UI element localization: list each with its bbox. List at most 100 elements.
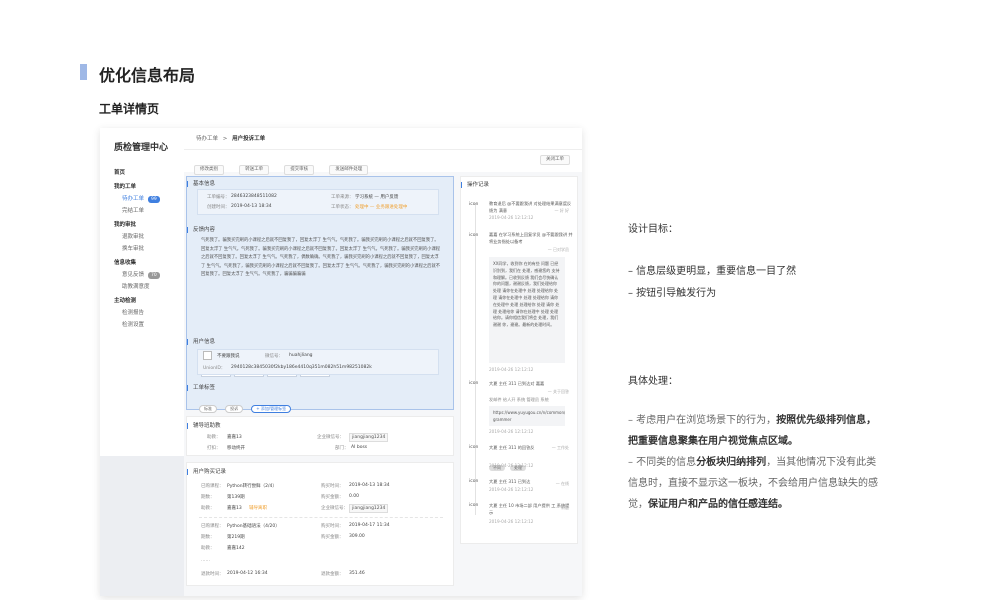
sidebar-item-label: 助教满意度 (122, 284, 150, 290)
assistant-panel: 辅导班助教 助教： 嘉嘉13 企业微信号： jiangjiang1234 打扣：… (186, 416, 454, 456)
event-4-time: 2019-04-26 12:12:12 (489, 463, 534, 468)
sidebar-item-12[interactable]: 检测设置 (114, 319, 184, 331)
r1-amount-label: 购买金额： (321, 495, 344, 500)
order-no-label: 工单编号： (207, 195, 230, 200)
submit-review-button[interactable]: 提交审核 (284, 165, 315, 175)
sidebar-item-6[interactable]: 换车审批 (114, 243, 184, 255)
sidebar-item-label: 我的工单 (114, 184, 137, 190)
user-nickname: 不要跟我说 (217, 354, 240, 359)
sidebar-item-9[interactable]: 助教满意度 (114, 281, 184, 293)
sidebar-item-label: 我的审批 (114, 222, 137, 228)
r1-course-label: 已购课程： (201, 484, 224, 489)
created-label: 创建时间： (207, 205, 230, 210)
r1-time-value: 2019-04-13 18:34 (349, 483, 390, 488)
purchase-panel: 用户购买记录 已购课程： Python转行尝鲜（2/4） 购买时间： 2019-… (186, 462, 454, 586)
status-label: 工单状态： (331, 205, 354, 210)
brand-title: 质检管理中心 (114, 143, 169, 153)
r2-amount-value: 309.00 (349, 534, 365, 539)
tags-heading: 工单标签 (187, 385, 215, 391)
sidebar-item-label: 检测报告 (122, 310, 145, 316)
avatar (203, 351, 212, 360)
dept-value: AI boss (351, 445, 368, 450)
send-email-button[interactable]: 发送邮件处理 (329, 165, 369, 175)
feedback-text: 气死我了。骗我买完刷的小课程之后就不回复我了，回复太浮了 生气气。气死我了。骗我… (201, 238, 441, 277)
wechat-value: huahjliang (289, 353, 313, 358)
sidebar: 质检管理中心 首页 我的工单 待办工单 99 完结工单 我的审批 退款审批 换车审批 信息收集意… (100, 128, 184, 456)
sidebar-item-1[interactable]: 我的工单 (114, 181, 184, 193)
sidebar-item-label: 完结工单 (122, 208, 145, 214)
sidebar-item-11[interactable]: 检测报告 (114, 307, 184, 319)
event-3-sub: 发邮件 给人开 系统 管理员 系统 (489, 397, 549, 402)
event-3-link[interactable]: https://www.yuyugou.cn/n/common/1/box-gr… (489, 406, 565, 426)
assistant-heading: 辅导班助教 (187, 423, 221, 429)
phone-value: 移动终开 (227, 446, 245, 451)
r1-teacher-label: 助教： (201, 506, 215, 511)
event-3-note: 一 关于回答 (547, 389, 569, 394)
sidebar-footer-area (100, 456, 184, 596)
purchase-heading: 用户购买记录 (187, 469, 226, 475)
breadcrumb: 待办工单 > 用户投诉工单 (184, 128, 582, 150)
dept-label: 部门： (335, 446, 349, 451)
event-2-message: XX同学，收到你 在的有些 问题 已经识别到，我们在 处理，感谢您的 支持和理解… (489, 257, 565, 363)
phone-label: 打扣： (207, 446, 221, 451)
source-label: 工单来源： (331, 195, 354, 200)
divider (199, 517, 443, 518)
sidebar-menu: 首页 我的工单 待办工单 99 完结工单 我的审批 退款审批 换车审批 信息收集 意见反馈 70 助教… (114, 167, 184, 331)
change-category-button[interactable]: 修改类别 (194, 165, 224, 175)
page-title: 优化信息布局 (99, 66, 196, 85)
method-point-2-emphasis-a: 分板块归纳排列 (696, 457, 767, 468)
goal-2: – 按钮引导触发行为 (628, 288, 717, 299)
event-5-time: 2019-04-26 12:12:12 (489, 487, 534, 492)
method-point-1: – 考虑用户在浏览场景下的行为，按照优先级排列信息，把重要信息聚集在用户视觉焦点… (628, 410, 878, 452)
feedback-heading: 反馈内容 (187, 227, 215, 233)
sidebar-item-label: 换车审批 (122, 246, 145, 252)
r1-status-tag: 辅导离职 (249, 506, 267, 511)
r3-time-value: 2019-04-12 16:34 (227, 571, 268, 576)
tag-complaint[interactable]: 投诉 (225, 405, 244, 413)
sidebar-item-label: 退款审批 (122, 234, 145, 240)
r2-time-label: 购买时间： (321, 524, 344, 529)
r3-time-label: 退款时间： (201, 572, 224, 577)
event-2-icon: icon (469, 233, 479, 238)
sidebar-item-10[interactable]: 主动检测 (114, 295, 184, 307)
event-4-icon: icon (469, 445, 479, 450)
sidebar-item-2[interactable]: 待办工单 99 (114, 193, 184, 205)
teacher-value: 嘉嘉13 (227, 435, 242, 440)
focus-area: 基本信息 工单编号： 2846323848511082 工单来源： 学习系统 —… (186, 176, 454, 413)
breadcrumb-parent[interactable]: 待办工单 (196, 136, 218, 142)
wechat-label: 微信号： (265, 354, 283, 359)
sidebar-item-7[interactable]: 信息收集 (114, 257, 184, 269)
sidebar-item-3[interactable]: 完结工单 (114, 205, 184, 217)
method-heading: 具体处理： (628, 376, 678, 387)
sidebar-item-label: 检测设置 (122, 322, 145, 328)
r1-wechat-value: jiangjiang1234 (349, 504, 389, 513)
transfer-order-button[interactable]: 转送工单 (239, 165, 270, 175)
event-1-note: 一 好 好 (554, 208, 569, 213)
status-value: 处理中 — 业务跟进处理中 (355, 205, 408, 210)
timeline-line (475, 203, 476, 515)
sidebar-item-5[interactable]: 退款审批 (114, 231, 184, 243)
count-badge: 70 (148, 272, 160, 279)
created-value: 2019-04-13 18:34 (231, 204, 272, 209)
r2-amount-label: 购买金额： (321, 535, 344, 540)
event-1-time: 2019-04-26 12:12:12 (489, 215, 534, 220)
sidebar-item-label: 意见反馈 (122, 272, 145, 278)
close-order-button[interactable]: 关闭工单 (540, 155, 570, 165)
more-indicator: …… (201, 558, 210, 563)
event-1-icon: icon (469, 202, 479, 207)
app-screenshot: 质检管理中心 首页 我的工单 待办工单 99 完结工单 我的审批 退款审批 换车审批 信息收集意… (100, 128, 582, 596)
tag-standard[interactable]: 标准 (199, 405, 217, 413)
sidebar-item-0[interactable]: 首页 (114, 167, 184, 179)
sidebar-item-4[interactable]: 我的审批 (114, 219, 184, 231)
event-6-note: 一 新题 (555, 505, 569, 510)
event-2-note: 一 已对学员 (547, 247, 569, 252)
sidebar-item-label: 主动检测 (114, 298, 137, 304)
r1-term-value: 第139期 (227, 495, 245, 500)
r2-teacher-label: 助教： (201, 546, 215, 551)
add-tag-button[interactable]: + 添加/管理标签 (251, 405, 292, 413)
sidebar-item-8[interactable]: 意见反馈 70 (114, 269, 184, 281)
r2-term-value: 第219期 (227, 535, 245, 540)
basic-info-heading: 基本信息 (187, 181, 215, 187)
sidebar-item-label: 待办工单 (122, 196, 145, 202)
event-3-time: 2019-04-26 12:12:12 (489, 429, 534, 434)
